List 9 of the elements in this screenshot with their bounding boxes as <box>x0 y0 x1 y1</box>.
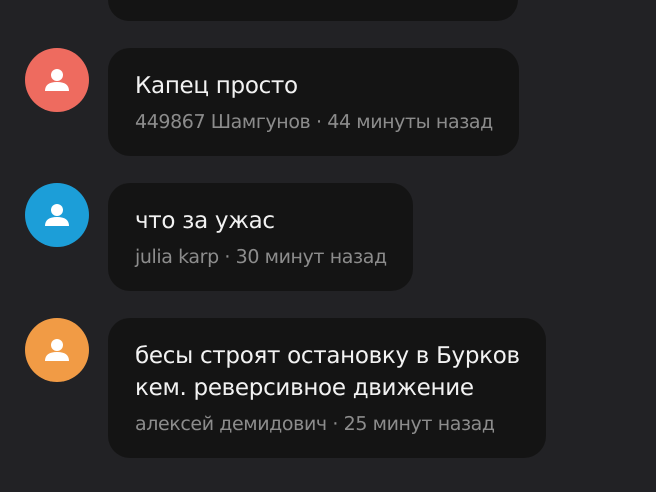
person-icon <box>45 69 69 91</box>
message-text: бесы строят остановку в Бурков кем. реверсивное движение <box>135 342 520 403</box>
message-text: Капец просто <box>135 72 299 101</box>
person-icon <box>45 204 69 226</box>
message-meta: julia karp · 30 минут назад <box>135 245 387 270</box>
message-text: что за ужас <box>135 207 276 236</box>
message-meta: 449867 Шамгунов · 44 минуты назад <box>135 110 493 135</box>
message-meta: алексей демидович · 25 минут назад <box>135 412 496 437</box>
person-icon <box>45 339 69 361</box>
